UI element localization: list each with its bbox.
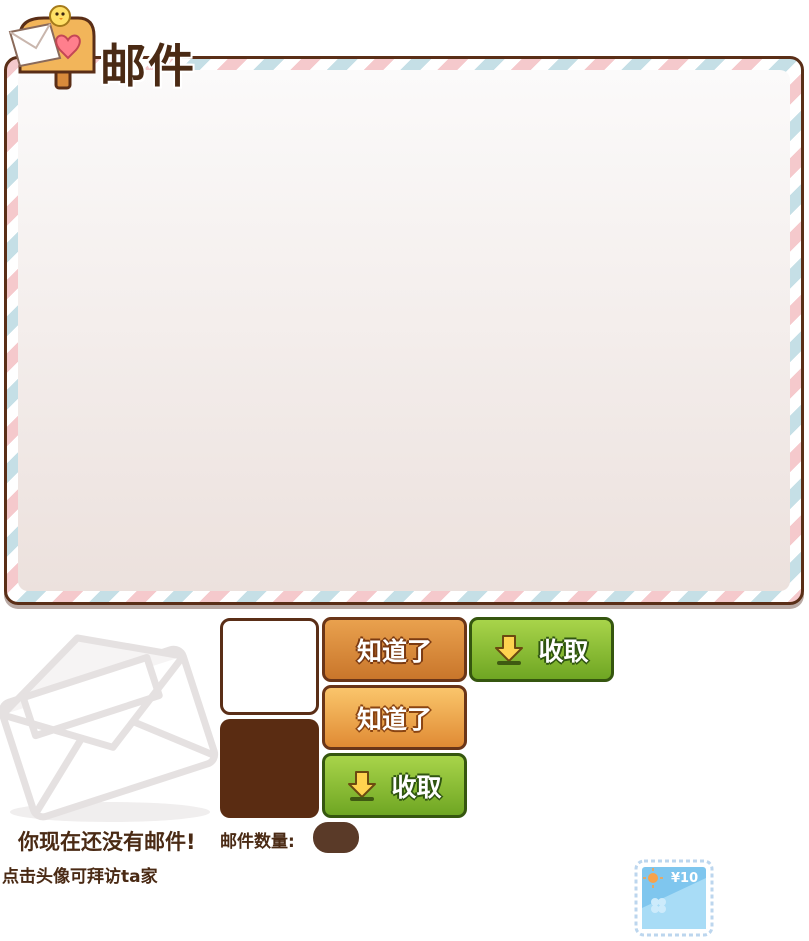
collect-button[interactable]: 收取	[469, 617, 614, 682]
mail-count-label: 邮件数量:	[220, 832, 295, 852]
mail-count-badge	[313, 822, 359, 853]
got-it-label: 知道了	[356, 636, 432, 666]
visit-hint: 点击头像可拜访ta家	[2, 867, 158, 887]
got-it-label: 知道了	[356, 704, 432, 734]
avatar-slot-dark[interactable]	[220, 719, 319, 818]
mail-list-area[interactable]	[18, 70, 790, 591]
got-it-button[interactable]: 知道了	[322, 617, 467, 682]
stamp-icon: ¥10	[634, 859, 714, 937]
got-it-button-hover[interactable]: 知道了	[322, 685, 467, 750]
envelope-illustration	[0, 634, 219, 822]
mail-panel	[4, 56, 804, 605]
page-title: 邮件	[100, 39, 196, 93]
download-arrow-icon	[348, 770, 377, 801]
download-arrow-icon	[495, 634, 524, 665]
stamp-price: ¥10	[671, 871, 698, 886]
collect-label: 收取	[391, 772, 442, 802]
avatar-slot[interactable]	[220, 618, 319, 715]
collect-label: 收取	[538, 636, 589, 666]
empty-mail-message: 你现在还没有邮件!	[18, 830, 196, 854]
mailbox-icon	[8, 5, 96, 90]
collect-button-alt[interactable]: 收取	[322, 753, 467, 818]
